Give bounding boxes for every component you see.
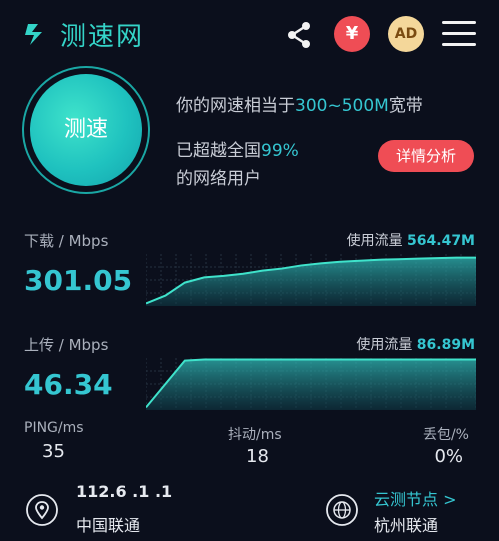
share-icon[interactable] — [284, 20, 314, 50]
node-name: 杭州联通 — [374, 516, 439, 535]
download-chart — [146, 254, 476, 306]
upload-chart — [146, 358, 476, 410]
upload-usage: 使用流量 86.89M — [356, 337, 475, 353]
globe-icon — [326, 494, 358, 526]
detail-analysis-button[interactable]: 详情分析 — [378, 140, 474, 172]
download-usage: 使用流量 564.47M — [346, 233, 475, 249]
ad-button[interactable]: AD — [388, 16, 424, 52]
logo-icon — [25, 24, 42, 45]
upload-label: 上传 / Mbps — [24, 336, 109, 354]
ip-address: 112.6 .1 .1 — [76, 482, 173, 501]
jitter-value: 18 — [246, 446, 269, 467]
percentile-suffix: 的网络用户 — [176, 169, 261, 189]
loss-value: 0% — [434, 446, 463, 467]
percentile-text: 已超越全国99% — [176, 141, 299, 161]
upload-value: 46.34 — [24, 368, 113, 401]
ping-value: 35 — [42, 441, 65, 462]
download-value: 301.05 — [24, 264, 133, 297]
start-test-button[interactable]: 测速 — [30, 74, 142, 186]
location-icon — [26, 494, 58, 526]
isp-name: 中国联通 — [76, 516, 141, 535]
ping-label: PING/ms — [24, 420, 84, 436]
reward-button[interactable]: ¥ — [334, 16, 370, 52]
cloud-node-link[interactable]: 云测节点 > — [374, 486, 457, 510]
bandwidth-equivalent: 你的网速相当于300~500M宽带 — [176, 96, 423, 116]
app-title: 测速网 — [60, 22, 145, 52]
download-label: 下载 / Mbps — [24, 232, 109, 250]
jitter-label: 抖动/ms — [228, 427, 282, 443]
loss-label: 丢包/% — [422, 427, 469, 443]
menu-icon[interactable] — [442, 21, 476, 47]
upload-area — [146, 359, 476, 410]
